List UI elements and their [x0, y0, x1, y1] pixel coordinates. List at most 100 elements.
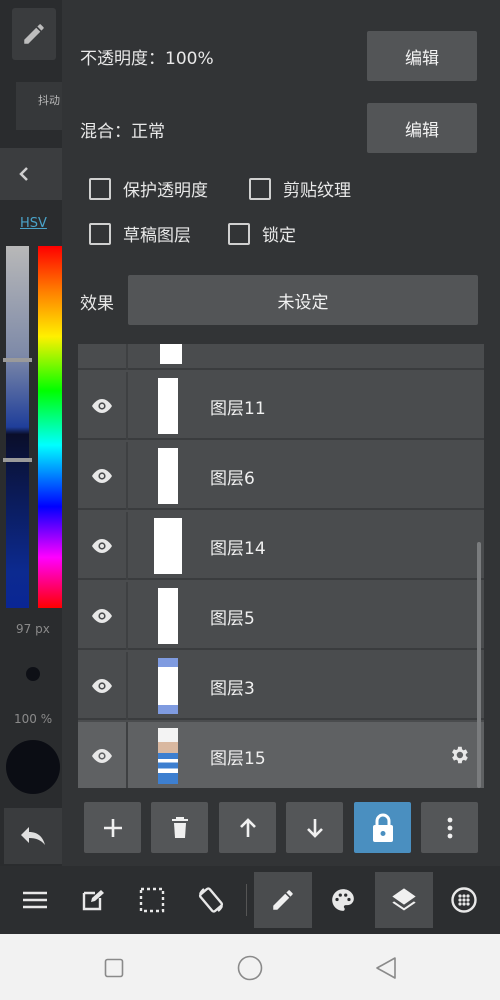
- recents-button[interactable]: [100, 954, 128, 982]
- rotate-icon: [198, 887, 224, 913]
- checkbox-box: [228, 222, 250, 245]
- visibility-toggle[interactable]: [78, 442, 128, 510]
- select-button[interactable]: [123, 872, 181, 928]
- effect-button[interactable]: 未设定: [128, 275, 478, 325]
- layers-button[interactable]: [375, 872, 433, 928]
- app-screen: 抖动 HSV 97 px 100 % 不透明度：100% 编辑 混合：正常 编辑…: [0, 0, 500, 1000]
- brush-size-preview: [26, 667, 40, 681]
- edit-blend-button[interactable]: 编辑: [367, 103, 477, 153]
- brush-name[interactable]: 抖动: [16, 82, 62, 130]
- layer-settings-button[interactable]: [448, 744, 470, 770]
- color-mode-link[interactable]: HSV: [20, 216, 47, 231]
- current-color-swatch[interactable]: [6, 740, 60, 794]
- delete-layer-button[interactable]: [151, 802, 208, 853]
- layer-name: 图层15: [210, 749, 266, 769]
- protect-alpha-checkbox[interactable]: 保护透明度: [89, 176, 208, 201]
- triangle-back-icon: [376, 957, 396, 979]
- hue-slider[interactable]: [38, 246, 62, 608]
- gear-icon: [452, 746, 468, 764]
- clipping-checkbox[interactable]: 剪贴纹理: [249, 176, 351, 201]
- eye-icon: [92, 679, 112, 693]
- arrow-up-icon: [239, 817, 256, 837]
- eye-icon: [92, 609, 112, 623]
- layer-list-scrollbar[interactable]: [477, 542, 481, 788]
- checkbox-label: 保护透明度: [123, 181, 208, 201]
- layer-name: 图层14: [210, 539, 266, 559]
- select-icon: [139, 887, 165, 913]
- material-icon: [451, 887, 477, 913]
- layer-thumbnail: [154, 518, 182, 574]
- more-vertical-icon: [447, 817, 452, 838]
- effect-label: 效果: [80, 294, 114, 314]
- add-layer-button[interactable]: [84, 802, 141, 853]
- checkbox-box: [249, 177, 271, 200]
- rotate-canvas-button[interactable]: [182, 872, 240, 928]
- move-layer-down-button[interactable]: [286, 802, 343, 853]
- material-button[interactable]: [435, 872, 493, 928]
- more-options-button[interactable]: [421, 802, 478, 853]
- eye-icon: [92, 749, 112, 763]
- pen-tool-button[interactable]: [254, 872, 312, 928]
- arrow-down-icon: [306, 818, 323, 838]
- draft-layer-checkbox[interactable]: 草稿图层: [89, 221, 191, 246]
- layer-thumbnail: [158, 728, 178, 784]
- layer-row[interactable]: 图层5: [78, 582, 484, 650]
- menu-icon: [23, 891, 47, 909]
- checkbox-label: 草稿图层: [123, 226, 191, 246]
- pencil-tool-button[interactable]: [12, 8, 56, 60]
- eye-icon: [92, 399, 112, 413]
- circle-icon: [237, 955, 263, 981]
- eye-icon: [92, 469, 112, 483]
- add-icon: [103, 818, 122, 837]
- visibility-toggle[interactable]: [78, 344, 128, 370]
- collapse-panel-button[interactable]: [0, 148, 62, 200]
- menu-button[interactable]: [6, 872, 64, 928]
- brush-opacity-label: 100 %: [14, 712, 53, 726]
- lock-checkbox[interactable]: 锁定: [228, 221, 296, 246]
- home-button[interactable]: [236, 954, 264, 982]
- move-layer-up-button[interactable]: [219, 802, 276, 853]
- visibility-toggle[interactable]: [78, 582, 128, 650]
- layer-row[interactable]: 图层3: [78, 652, 484, 720]
- layer-thumbnail: [158, 658, 178, 714]
- color-palette-button[interactable]: [314, 872, 372, 928]
- undo-button[interactable]: [4, 808, 62, 864]
- edit-button[interactable]: [64, 872, 122, 928]
- trash-icon: [171, 816, 188, 838]
- left-tool-strip: 抖动 HSV 97 px 100 %: [0, 0, 62, 866]
- toolbar-divider: [246, 884, 247, 916]
- visibility-toggle[interactable]: [78, 722, 128, 788]
- layer-thumbnail: [158, 448, 178, 504]
- layer-row[interactable]: 图层14: [78, 512, 484, 580]
- visibility-toggle[interactable]: [78, 652, 128, 720]
- checkbox-box: [89, 177, 111, 200]
- layer-row[interactable]: [78, 344, 484, 370]
- blend-mode-label: 混合：正常: [80, 122, 165, 142]
- system-nav-bar: [0, 934, 500, 1000]
- edit-opacity-button[interactable]: 编辑: [367, 31, 477, 81]
- layer-row[interactable]: 图层6: [78, 442, 484, 510]
- checkbox-label: 锁定: [262, 226, 296, 246]
- layer-name: 图层6: [210, 469, 255, 489]
- slider-handle[interactable]: [3, 358, 32, 362]
- undo-icon: [21, 827, 45, 845]
- visibility-toggle[interactable]: [78, 512, 128, 580]
- bottom-toolbar: [0, 866, 500, 934]
- slider-handle[interactable]: [3, 458, 32, 462]
- checkbox-label: 剪贴纹理: [283, 181, 351, 201]
- opacity-label: 不透明度：100%: [80, 49, 214, 69]
- layer-name: 图层11: [210, 399, 266, 419]
- saturation-slider[interactable]: [6, 246, 29, 608]
- pencil-icon: [24, 24, 44, 44]
- square-icon: [104, 958, 124, 978]
- lock-layer-button[interactable]: [354, 802, 411, 853]
- checkbox-box: [89, 222, 111, 245]
- layers-icon: [392, 888, 416, 911]
- layer-list[interactable]: 图层11 图层6 图层14 图层5 图层3 图层15: [78, 344, 484, 788]
- layer-thumbnail: [158, 588, 178, 644]
- lock-icon: [372, 813, 393, 842]
- layer-row[interactable]: 图层11: [78, 372, 484, 440]
- back-button[interactable]: [372, 954, 400, 982]
- layer-row-selected[interactable]: 图层15: [78, 722, 484, 788]
- visibility-toggle[interactable]: [78, 372, 128, 440]
